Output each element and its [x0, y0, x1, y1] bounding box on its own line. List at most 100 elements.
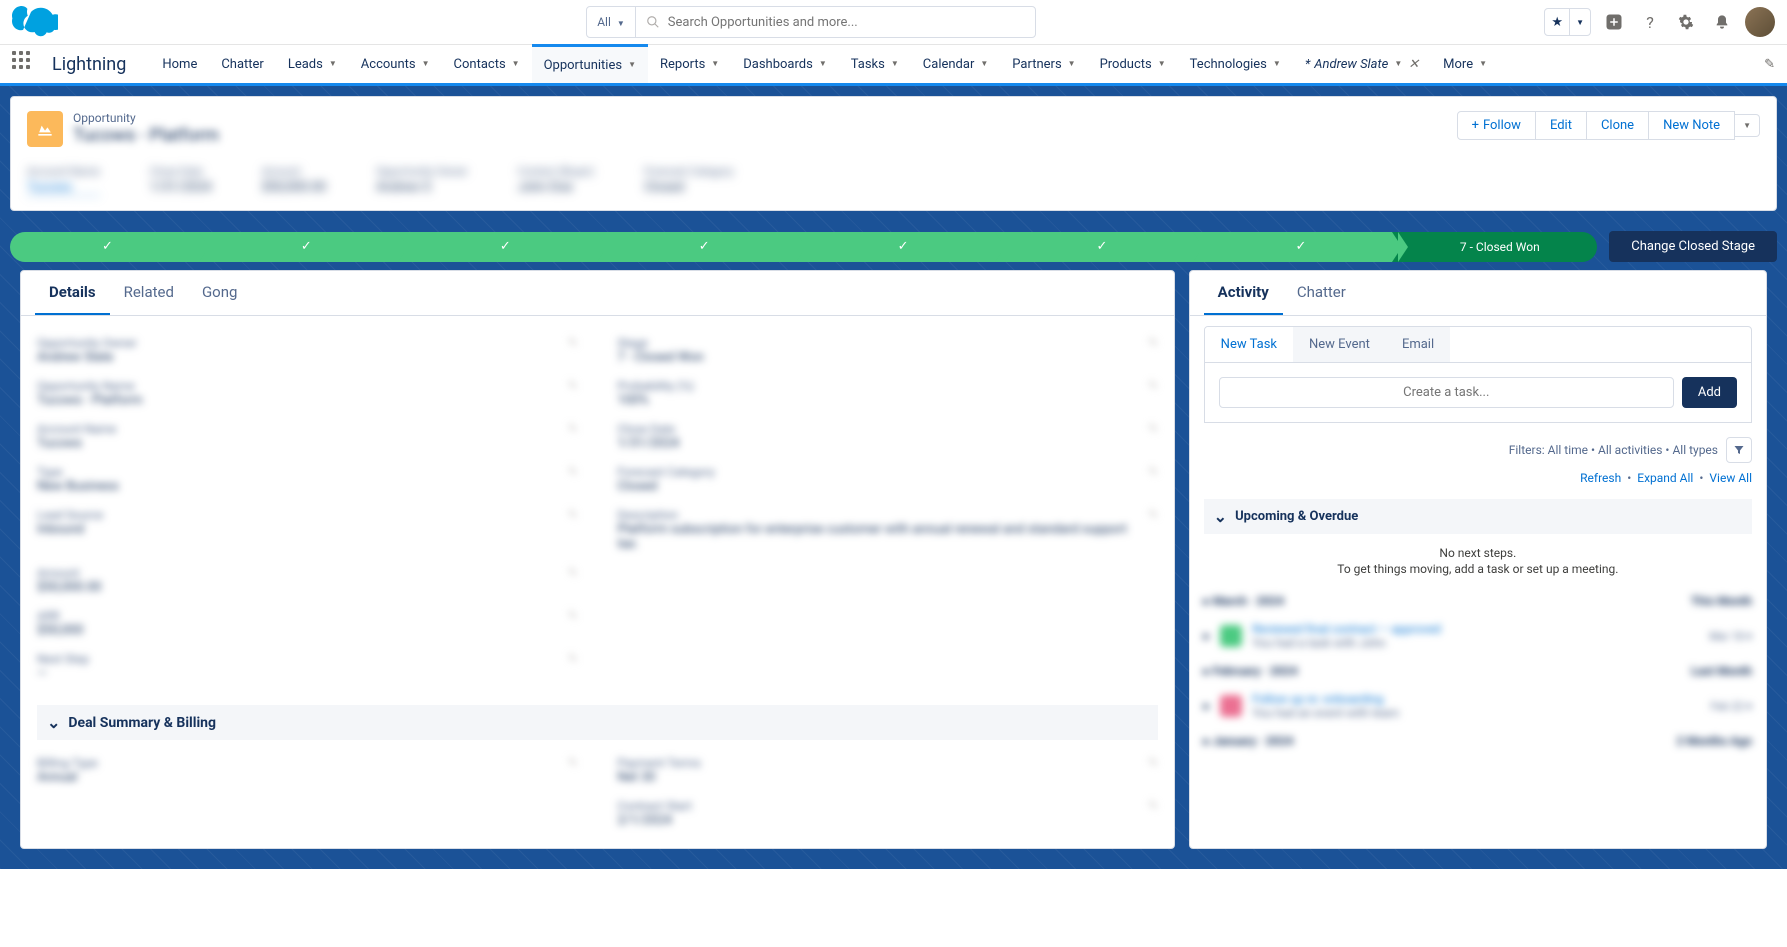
favorites-button[interactable]: ★: [1544, 8, 1591, 36]
nav-leads[interactable]: Leads: [276, 45, 349, 83]
nav-technologies[interactable]: Technologies: [1178, 45, 1293, 83]
no-steps-line1: No next steps.: [1204, 546, 1752, 560]
tab-details[interactable]: Details: [35, 271, 110, 315]
edit-pencil-icon[interactable]: ✎: [568, 609, 577, 622]
nav-chatter[interactable]: Chatter: [209, 45, 276, 83]
expand-icon[interactable]: ▸: [1204, 699, 1211, 714]
add-icon[interactable]: [1601, 9, 1627, 35]
nav-dashboards[interactable]: Dashboards: [731, 45, 839, 83]
filter-icon[interactable]: [1726, 437, 1752, 463]
notifications-bell-icon[interactable]: [1709, 9, 1735, 35]
path-step-3[interactable]: [408, 232, 603, 262]
edit-pencil-icon[interactable]: ✎: [568, 336, 577, 349]
caret-down-icon[interactable]: [1394, 59, 1402, 69]
edit-pencil-icon[interactable]: ✎: [1148, 422, 1157, 435]
nav-home[interactable]: Home: [150, 45, 209, 83]
edit-nav-pencil-icon[interactable]: ✎: [1764, 57, 1775, 72]
nav-pinned-tab[interactable]: *Andrew Slate✕: [1293, 45, 1431, 83]
refresh-link[interactable]: Refresh: [1580, 471, 1621, 485]
app-launcher-icon[interactable]: [12, 51, 38, 77]
path-step-7[interactable]: [1203, 232, 1398, 262]
task-input-row: Add: [1204, 363, 1752, 423]
timeline-month-header[interactable]: ▸ January · 20242 Months Ago: [1204, 728, 1752, 754]
edit-pencil-icon[interactable]: ✎: [568, 422, 577, 435]
caret-down-icon[interactable]: [628, 60, 636, 70]
search-scope-selector[interactable]: All: [587, 7, 636, 37]
nav-more[interactable]: More: [1431, 45, 1499, 83]
caret-down-icon[interactable]: [1273, 59, 1281, 69]
field-value: Inbound: [37, 522, 103, 537]
caret-down-icon[interactable]: [329, 59, 337, 69]
subtab-new-task[interactable]: New Task: [1205, 327, 1293, 362]
path-step-1[interactable]: [10, 232, 205, 262]
user-avatar[interactable]: [1745, 7, 1775, 37]
caret-down-icon[interactable]: [512, 59, 520, 69]
edit-pencil-icon[interactable]: ✎: [1148, 508, 1157, 521]
new-note-button[interactable]: New Note: [1649, 111, 1735, 140]
edit-pencil-icon[interactable]: ✎: [568, 652, 577, 665]
nav-partners[interactable]: Partners: [1000, 45, 1087, 83]
clone-button[interactable]: Clone: [1587, 111, 1649, 140]
caret-down-icon[interactable]: [980, 59, 988, 69]
timeline-item[interactable]: ▸Follow up re: onboardingYou had an even…: [1204, 684, 1752, 728]
follow-button[interactable]: Follow: [1457, 111, 1536, 140]
edit-pencil-icon[interactable]: ✎: [568, 465, 577, 478]
tab-related[interactable]: Related: [110, 271, 188, 315]
close-icon[interactable]: ✕: [1408, 57, 1419, 72]
section-deal-summary[interactable]: Deal Summary & Billing: [37, 705, 1158, 740]
nav-reports[interactable]: Reports: [648, 45, 731, 83]
path-step-5[interactable]: [806, 232, 1001, 262]
path-step-4[interactable]: [607, 232, 802, 262]
timeline-month-header[interactable]: ▸ March · 2024This Month: [1204, 588, 1752, 614]
caret-down-icon[interactable]: [711, 59, 719, 69]
tab-chatter[interactable]: Chatter: [1283, 271, 1360, 315]
tab-gong[interactable]: Gong: [188, 271, 251, 315]
subtab-email[interactable]: Email: [1386, 327, 1450, 362]
nav-tasks[interactable]: Tasks: [839, 45, 911, 83]
timeline-item[interactable]: ▸Reviewed final contract — approvedYou h…: [1204, 614, 1752, 658]
caret-down-icon[interactable]: [891, 59, 899, 69]
caret-down-icon[interactable]: [1158, 59, 1166, 69]
path-step-2[interactable]: [209, 232, 404, 262]
caret-down-icon[interactable]: [1068, 59, 1076, 69]
nav-products[interactable]: Products: [1088, 45, 1178, 83]
edit-pencil-icon[interactable]: ✎: [1148, 379, 1157, 392]
edit-pencil-icon[interactable]: ✎: [1148, 336, 1157, 349]
edit-pencil-icon[interactable]: ✎: [568, 566, 577, 579]
search-input[interactable]: [668, 15, 1025, 30]
path-step-6[interactable]: [1005, 232, 1200, 262]
help-icon[interactable]: ?: [1637, 9, 1663, 35]
change-stage-button[interactable]: Change Closed Stage: [1609, 231, 1777, 262]
nav-accounts[interactable]: Accounts: [349, 45, 442, 83]
edit-pencil-icon[interactable]: ✎: [568, 508, 577, 521]
salesforce-logo[interactable]: [12, 6, 58, 38]
detail-field: TypeNew Business✎: [37, 461, 577, 498]
field-label: Amount: [37, 566, 101, 580]
setup-gear-icon[interactable]: [1673, 9, 1699, 35]
create-task-input[interactable]: [1219, 377, 1674, 408]
timeline-month-header[interactable]: ▸ February · 2024Last Month: [1204, 658, 1752, 684]
caret-down-icon[interactable]: [819, 59, 827, 69]
edit-pencil-icon[interactable]: ✎: [568, 379, 577, 392]
tab-activity[interactable]: Activity: [1204, 271, 1283, 315]
edit-pencil-icon[interactable]: ✎: [1148, 799, 1157, 812]
edit-pencil-icon[interactable]: ✎: [568, 756, 577, 769]
caret-down-icon[interactable]: [422, 59, 430, 69]
expand-all-link[interactable]: Expand All: [1637, 471, 1693, 485]
edit-pencil-icon[interactable]: ✎: [1148, 756, 1157, 769]
caret-down-icon[interactable]: [1479, 59, 1487, 69]
nav-opportunities[interactable]: Opportunities: [532, 44, 648, 83]
subtab-new-event[interactable]: New Event: [1293, 327, 1386, 362]
more-actions-button[interactable]: [1735, 114, 1760, 137]
nav-calendar[interactable]: Calendar: [911, 45, 1001, 83]
view-all-link[interactable]: View All: [1709, 471, 1752, 485]
nav-contacts[interactable]: Contacts: [442, 45, 532, 83]
add-task-button[interactable]: Add: [1682, 377, 1737, 408]
filters-text: Filters: All time • All activities • All…: [1509, 443, 1718, 457]
expand-icon[interactable]: ▸: [1204, 629, 1211, 644]
field-value[interactable]: Tucows: [27, 180, 100, 196]
upcoming-overdue-header[interactable]: Upcoming & Overdue: [1204, 499, 1752, 534]
edit-pencil-icon[interactable]: ✎: [1148, 465, 1157, 478]
path-step-closed-won[interactable]: 7 - Closed Won: [1402, 232, 1597, 262]
edit-button[interactable]: Edit: [1536, 111, 1587, 140]
